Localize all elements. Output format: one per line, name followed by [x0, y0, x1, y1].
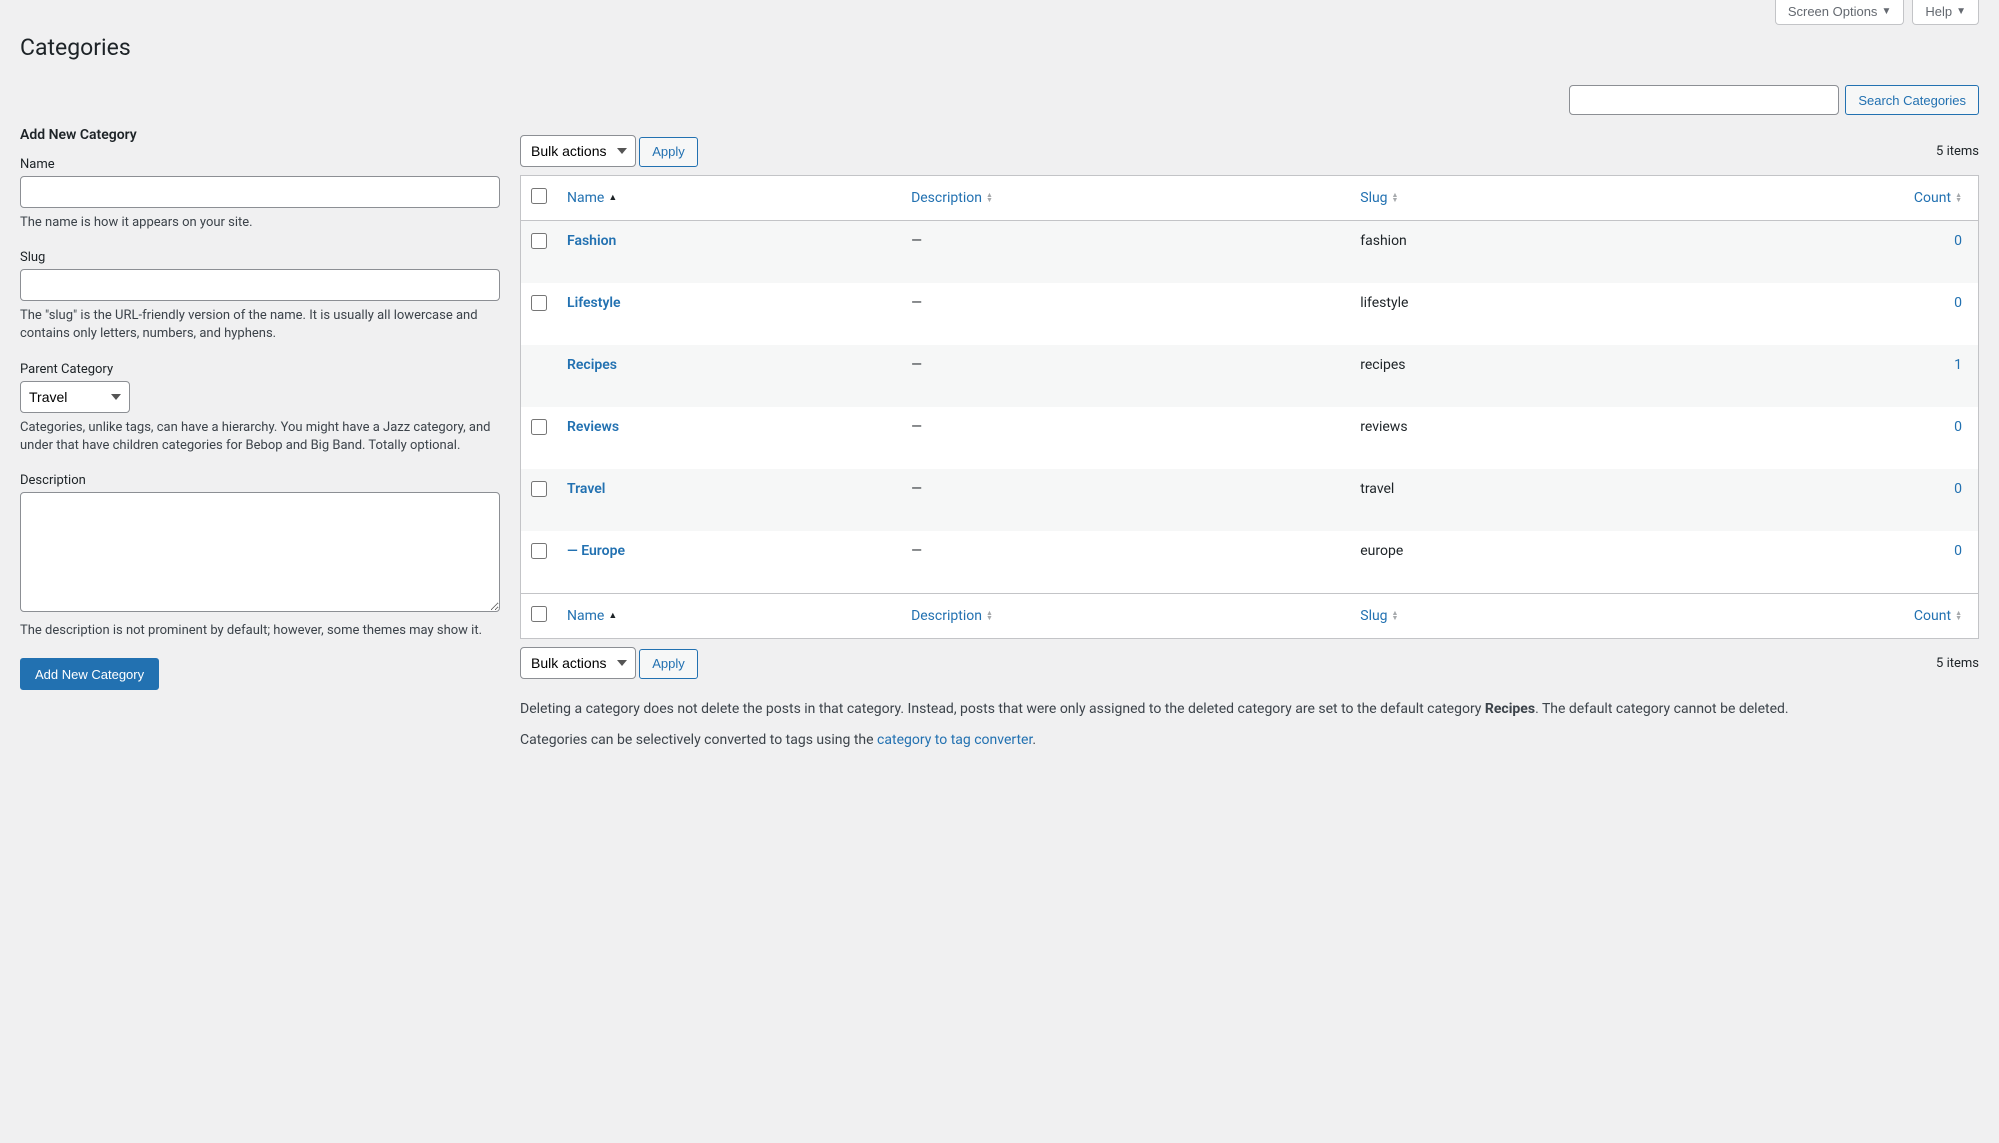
- table-row: Fashion —fashion 0: [521, 221, 1978, 283]
- page-title: Categories: [20, 25, 1979, 65]
- screen-options-label: Screen Options: [1788, 4, 1878, 19]
- category-slug: lifestyle: [1350, 283, 1651, 345]
- help-button[interactable]: Help ▼: [1912, 0, 1979, 25]
- sort-asc-icon: ▲: [608, 612, 617, 621]
- name-label: Name: [20, 157, 500, 172]
- col-header-description[interactable]: Description▲▼: [911, 190, 993, 206]
- screen-options-button[interactable]: Screen Options ▼: [1775, 0, 1905, 25]
- col-footer-count[interactable]: Count▲▼: [1914, 608, 1962, 624]
- slug-description: The "slug" is the URL-friendly version o…: [20, 307, 500, 343]
- col-header-count[interactable]: Count▲▼: [1914, 190, 1962, 206]
- bulk-actions-select-top[interactable]: Bulk actions: [520, 135, 636, 167]
- sort-icon: ▲▼: [1955, 611, 1962, 621]
- sort-icon: ▲▼: [986, 611, 993, 621]
- description-textarea[interactable]: [20, 492, 500, 612]
- category-link[interactable]: Recipes: [567, 357, 617, 373]
- category-link[interactable]: Lifestyle: [567, 295, 621, 311]
- category-slug: reviews: [1350, 407, 1651, 469]
- col-header-slug[interactable]: Slug▲▼: [1360, 190, 1398, 206]
- sort-icon: ▲▼: [1392, 611, 1399, 621]
- form-heading: Add New Category: [20, 127, 500, 143]
- chevron-down-icon: ▼: [1956, 6, 1966, 17]
- sort-icon: ▲▼: [986, 193, 993, 203]
- category-description: —: [901, 531, 1350, 593]
- items-count-bottom: 5 items: [1936, 656, 1979, 671]
- col-footer-name[interactable]: Name▲: [567, 608, 617, 624]
- description-label: Description: [20, 473, 500, 488]
- parent-select[interactable]: Travel: [20, 381, 130, 413]
- slug-label: Slug: [20, 250, 500, 265]
- delete-note: Deleting a category does not delete the …: [520, 699, 1979, 720]
- apply-button-bottom[interactable]: Apply: [639, 649, 698, 679]
- category-slug: fashion: [1350, 221, 1651, 283]
- category-link[interactable]: Fashion: [567, 233, 616, 249]
- category-link[interactable]: — Europe: [567, 543, 625, 559]
- chevron-down-icon: ▼: [1881, 6, 1891, 17]
- category-count-link[interactable]: 0: [1954, 543, 1962, 559]
- add-category-button[interactable]: Add New Category: [20, 658, 159, 690]
- parent-label: Parent Category: [20, 362, 500, 377]
- col-header-name[interactable]: Name▲: [567, 190, 617, 206]
- sort-icon: ▲▼: [1392, 193, 1399, 203]
- category-count-link[interactable]: 1: [1954, 357, 1962, 373]
- convert-note: Categories can be selectively converted …: [520, 730, 1979, 751]
- category-description: —: [901, 283, 1350, 345]
- slug-input[interactable]: [20, 269, 500, 301]
- table-row: — Europe —europe 0: [521, 531, 1978, 593]
- row-checkbox[interactable]: [531, 419, 547, 435]
- category-slug: recipes: [1350, 345, 1651, 407]
- select-all-bottom[interactable]: [531, 606, 547, 622]
- category-description: —: [901, 407, 1350, 469]
- table-row: Reviews —reviews 0: [521, 407, 1978, 469]
- category-count-link[interactable]: 0: [1954, 295, 1962, 311]
- row-checkbox[interactable]: [531, 481, 547, 497]
- category-link[interactable]: Travel: [567, 481, 605, 497]
- name-input[interactable]: [20, 176, 500, 208]
- category-description: —: [901, 345, 1350, 407]
- sort-asc-icon: ▲: [608, 194, 617, 203]
- search-button[interactable]: Search Categories: [1845, 85, 1979, 115]
- apply-button-top[interactable]: Apply: [639, 137, 698, 167]
- tag-converter-link[interactable]: category to tag converter: [877, 732, 1032, 748]
- category-count-link[interactable]: 0: [1954, 419, 1962, 435]
- search-input[interactable]: [1569, 85, 1839, 115]
- row-checkbox[interactable]: [531, 543, 547, 559]
- help-label: Help: [1925, 4, 1952, 19]
- select-all-top[interactable]: [531, 188, 547, 204]
- category-description: —: [901, 221, 1350, 283]
- table-row: Travel —travel 0: [521, 469, 1978, 531]
- category-count-link[interactable]: 0: [1954, 481, 1962, 497]
- categories-table: Name▲ Description▲▼ Slug▲▼ Count▲▼ Fashi…: [520, 175, 1979, 639]
- description-description: The description is not prominent by defa…: [20, 622, 500, 640]
- col-footer-description[interactable]: Description▲▼: [911, 608, 993, 624]
- category-description: —: [901, 469, 1350, 531]
- category-link[interactable]: Reviews: [567, 419, 619, 435]
- row-checkbox[interactable]: [531, 295, 547, 311]
- parent-description: Categories, unlike tags, can have a hier…: [20, 419, 500, 455]
- name-description: The name is how it appears on your site.: [20, 214, 500, 232]
- row-checkbox[interactable]: [531, 233, 547, 249]
- category-count-link[interactable]: 0: [1954, 233, 1962, 249]
- table-row: Lifestyle —lifestyle 0: [521, 283, 1978, 345]
- table-row: Recipes —recipes 1: [521, 345, 1978, 407]
- sort-icon: ▲▼: [1955, 193, 1962, 203]
- col-footer-slug[interactable]: Slug▲▼: [1360, 608, 1398, 624]
- items-count-top: 5 items: [1936, 144, 1979, 159]
- category-slug: europe: [1350, 531, 1651, 593]
- bulk-actions-select-bottom[interactable]: Bulk actions: [520, 647, 636, 679]
- category-slug: travel: [1350, 469, 1651, 531]
